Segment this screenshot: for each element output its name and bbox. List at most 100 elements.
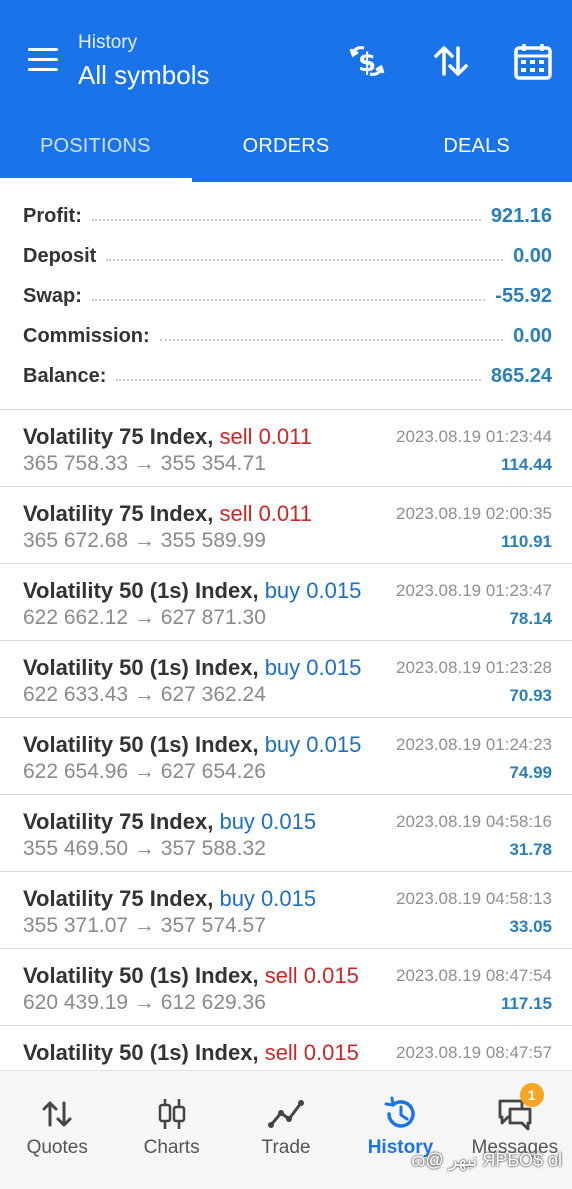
tab-orders[interactable]: ORDERS xyxy=(191,118,382,182)
deal-time: 2023.08.19 01:23:44 xyxy=(396,427,552,446)
active-tab-indicator xyxy=(0,178,192,182)
deal-side: sell 0.015 xyxy=(264,963,359,988)
dotted-leader xyxy=(116,379,481,381)
deal-prices: 355 371.07 → 357 574.57 xyxy=(23,914,266,937)
menu-bar xyxy=(28,58,58,61)
tab-deals[interactable]: DEALS xyxy=(381,118,572,182)
deal-side: buy 0.015 xyxy=(264,732,362,757)
list-item[interactable]: Volatility 75 Index, buy 0.015 355 371.0… xyxy=(0,872,572,949)
nav-history[interactable]: History xyxy=(343,1071,457,1189)
deal-symbol: Volatility 50 (1s) Index, sell 0.015 xyxy=(23,1040,359,1065)
dotted-leader xyxy=(91,299,486,301)
deal-prices: 622 633.43 → 627 362.24 xyxy=(23,683,266,706)
summary-row-profit: Profit: 921.16 xyxy=(0,196,572,236)
tab-positions[interactable]: POSITIONS xyxy=(0,118,191,182)
summary-label: Commission: xyxy=(23,324,150,347)
summary-label: Swap: xyxy=(23,284,82,307)
deal-side: buy 0.015 xyxy=(219,809,317,834)
deal-time: 2023.08.19 08:47:57 xyxy=(396,1043,552,1062)
nav-messages[interactable]: 1 Messages xyxy=(458,1071,572,1189)
deal-time: 2023.08.19 08:47:54 xyxy=(396,966,552,985)
deal-symbol: Volatility 50 (1s) Index, sell 0.015 xyxy=(23,963,359,988)
summary-value: 865.24 xyxy=(490,364,552,387)
deal-prices: 365 672.68 → 355 589.99 xyxy=(23,529,266,552)
deal-symbol: Volatility 75 Index, sell 0.011 xyxy=(23,501,312,526)
nav-trade[interactable]: Trade xyxy=(229,1071,343,1189)
deal-prices: 622 662.12 → 627 871.30 xyxy=(23,606,266,629)
summary-value: 921.16 xyxy=(490,204,552,227)
list-item[interactable]: Volatility 75 Index, sell 0.011 365 758.… xyxy=(0,410,572,487)
summary-row-deposit: Deposit 0.00 xyxy=(0,236,572,276)
summary-row-commission: Commission: 0.00 xyxy=(0,316,572,356)
deal-side: sell 0.011 xyxy=(219,424,312,449)
deal-profit: 114.44 xyxy=(500,455,552,474)
nav-quotes[interactable]: Quotes xyxy=(0,1071,114,1189)
deal-symbol: Volatility 50 (1s) Index, buy 0.015 xyxy=(23,655,362,680)
deal-symbol: Volatility 75 Index, buy 0.015 xyxy=(23,886,317,911)
unread-badge: 1 xyxy=(519,1083,544,1107)
deal-profit: 70.93 xyxy=(509,686,552,705)
dotted-leader xyxy=(91,219,481,221)
deal-symbol: Volatility 50 (1s) Index, buy 0.015 xyxy=(23,732,362,757)
nav-label: Charts xyxy=(143,1137,200,1158)
deal-time: 2023.08.19 04:58:13 xyxy=(396,889,552,908)
sort-icon[interactable] xyxy=(430,40,472,82)
deal-symbol: Volatility 50 (1s) Index, buy 0.015 xyxy=(23,578,362,603)
menu-button[interactable] xyxy=(28,48,62,74)
deal-symbol: Volatility 75 Index, sell 0.011 xyxy=(23,424,312,449)
deal-side: buy 0.015 xyxy=(264,578,362,603)
app-header: History All symbols $ POSITIONS ORDERS D… xyxy=(0,0,572,182)
list-item[interactable]: Volatility 50 (1s) Index, buy 0.015 622 … xyxy=(0,718,572,795)
deal-prices: 620 439.19 → 612 629.36 xyxy=(23,991,266,1014)
summary-row-balance: Balance: 865.24 xyxy=(0,356,572,396)
deal-time: 2023.08.19 04:58:16 xyxy=(396,812,552,831)
nav-charts[interactable]: Charts xyxy=(114,1071,228,1189)
header-title[interactable]: All symbols xyxy=(78,60,209,91)
summary-value: -55.92 xyxy=(495,284,552,307)
deal-time: 2023.08.19 01:23:47 xyxy=(396,581,552,600)
deal-side: sell 0.011 xyxy=(219,501,312,526)
header-subtitle: History xyxy=(78,32,138,53)
trade-icon xyxy=(267,1095,305,1133)
calendar-icon[interactable] xyxy=(512,40,554,82)
summary-label: Balance: xyxy=(23,364,107,387)
deal-profit: 117.15 xyxy=(500,994,552,1013)
list-item[interactable]: Volatility 50 (1s) Index, sell 0.015 620… xyxy=(0,949,572,1026)
charts-icon xyxy=(153,1095,191,1133)
summary-value: 0.00 xyxy=(513,324,552,347)
list-item[interactable]: Volatility 75 Index, sell 0.011 365 672.… xyxy=(0,487,572,564)
deal-time: 2023.08.19 01:23:28 xyxy=(396,658,552,677)
bottom-navigation: Quotes Charts Trade History 1 Messages ɷ… xyxy=(0,1070,572,1189)
deal-profit: 33.05 xyxy=(509,917,552,936)
deals-list: Volatility 75 Index, sell 0.011 365 758.… xyxy=(0,410,572,1103)
watermark-text: ɷ@ نيهر ЯРБО$ ol xyxy=(411,1150,562,1170)
account-summary: Profit: 921.16 Deposit 0.00 Swap: -55.92… xyxy=(0,196,572,396)
menu-bar xyxy=(28,68,58,71)
list-item[interactable]: Volatility 75 Index, buy 0.015 355 469.5… xyxy=(0,795,572,872)
dotted-leader xyxy=(106,259,504,261)
deal-prices: 365 758.33 → 355 354.71 xyxy=(23,452,266,475)
nav-label: Trade xyxy=(261,1137,311,1158)
menu-bar xyxy=(28,48,58,51)
deal-time: 2023.08.19 02:00:35 xyxy=(396,504,552,523)
deal-side: buy 0.015 xyxy=(264,655,362,680)
nav-label: Quotes xyxy=(26,1137,88,1158)
deal-side: sell 0.015 xyxy=(264,1040,359,1065)
summary-value: 0.00 xyxy=(513,244,552,267)
dotted-leader xyxy=(159,339,504,341)
deal-profit: 78.14 xyxy=(509,609,552,628)
deal-prices: 355 469.50 → 357 588.32 xyxy=(23,837,266,860)
list-item[interactable]: Volatility 50 (1s) Index, buy 0.015 622 … xyxy=(0,564,572,641)
summary-label: Deposit xyxy=(23,244,97,267)
deal-profit: 110.91 xyxy=(500,532,552,551)
summary-row-swap: Swap: -55.92 xyxy=(0,276,572,316)
list-item[interactable]: Volatility 50 (1s) Index, buy 0.015 622 … xyxy=(0,641,572,718)
deal-time: 2023.08.19 01:24:23 xyxy=(396,735,552,754)
quotes-icon xyxy=(38,1095,76,1133)
deal-profit: 31.78 xyxy=(509,840,552,859)
history-icon xyxy=(381,1095,419,1133)
currency-exchange-icon[interactable]: $ xyxy=(346,40,388,82)
tab-bar: POSITIONS ORDERS DEALS xyxy=(0,118,572,182)
deal-prices: 622 654.96 → 627 654.26 xyxy=(23,760,266,783)
deal-profit: 74.99 xyxy=(509,763,552,782)
